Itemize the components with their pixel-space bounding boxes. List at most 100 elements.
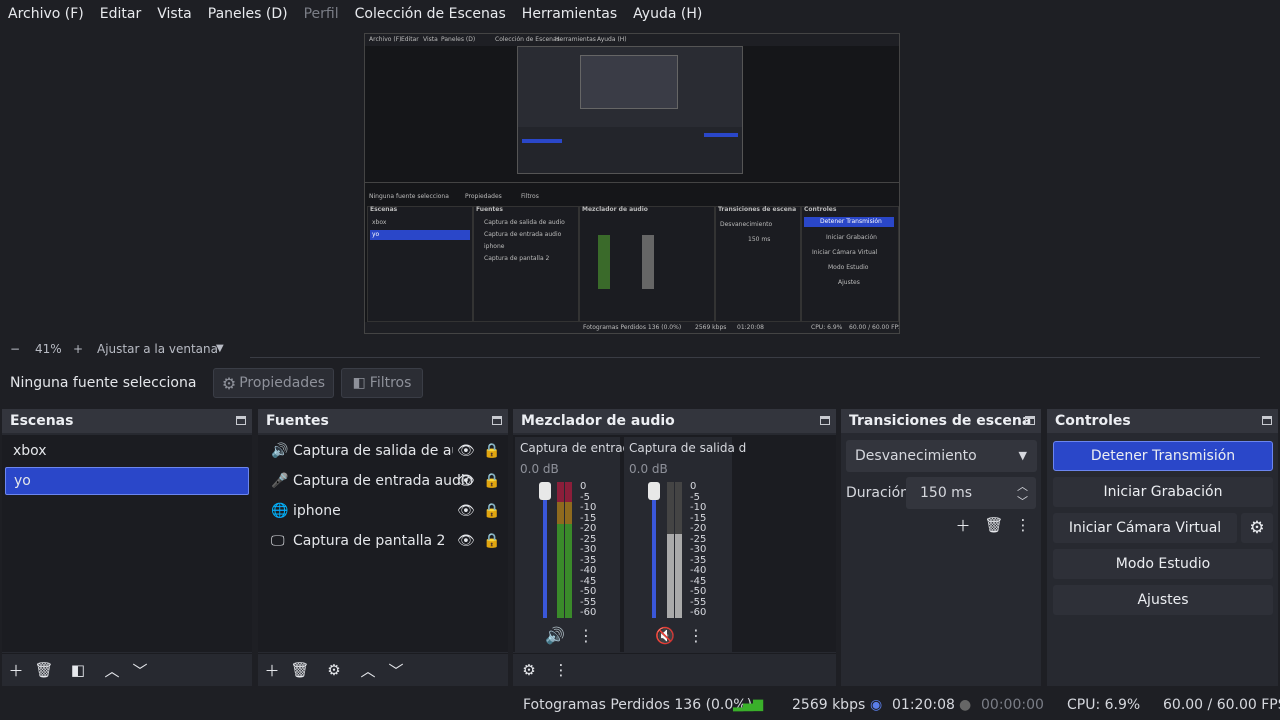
db-tick: -30 (690, 544, 707, 555)
eye-icon[interactable]: 👁 (457, 533, 475, 549)
more-icon[interactable]: ⋮ (688, 626, 704, 645)
source-item[interactable]: 🔊 Captura de salida de audio 👁 🔒 (261, 437, 505, 465)
filter-icon[interactable]: ◧ (68, 660, 88, 680)
more-icon[interactable]: ⋮ (578, 626, 594, 645)
fps-readout: 60.00 / 60.00 FPS (1163, 697, 1280, 713)
settings-button[interactable]: Ajustes (1053, 585, 1273, 615)
transitions-title-text: Transiciones de escena (849, 413, 1032, 429)
microphone-icon: 🎤 (271, 473, 289, 489)
source-status-label: Ninguna fuente selecciona (10, 375, 197, 391)
lock-icon[interactable]: 🔒 (483, 473, 500, 489)
chevron-up-icon[interactable]: ︿ (358, 660, 378, 680)
speaker-icon[interactable]: 🔊 (545, 626, 565, 645)
undock-icon[interactable] (1262, 416, 1272, 425)
menu-scene-collection[interactable]: Colección de Escenas (355, 6, 506, 22)
transition-value: Desvanecimiento (855, 448, 977, 464)
zoom-out-button[interactable]: − (10, 342, 20, 356)
add-icon[interactable]: ＋ (6, 660, 26, 680)
menu-tools[interactable]: Herramientas (522, 6, 617, 22)
properties-button[interactable]: ⚙ Propiedades (213, 368, 334, 398)
studio-mode-button[interactable]: Modo Estudio (1053, 549, 1273, 579)
start-recording-button[interactable]: Iniciar Grabación (1053, 477, 1273, 507)
preview-duration-value: 150 ms (748, 236, 771, 243)
gear-icon[interactable]: ⚙ (1241, 513, 1273, 543)
add-icon[interactable]: ＋ (262, 660, 282, 680)
undock-icon[interactable] (1025, 416, 1035, 425)
dropped-frames: Fotogramas Perdidos 136 (0.0%) (523, 697, 753, 713)
source-label: iphone (293, 503, 341, 519)
menu-file[interactable]: Archivo (F) (8, 6, 84, 22)
transition-select[interactable]: Desvanecimiento ▼ (846, 440, 1037, 472)
chevron-up-icon[interactable]: ︿ (1017, 478, 1028, 494)
volume-slider[interactable] (539, 482, 551, 618)
add-icon[interactable]: ＋ (953, 515, 973, 535)
monitor-icon: 🖵 (271, 533, 285, 549)
chevron-down-icon[interactable]: ▼ (216, 343, 224, 354)
scene-list: xbox yo (2, 435, 252, 652)
menu-profile[interactable]: Perfil (304, 6, 339, 22)
trash-icon[interactable]: 🗑 (984, 515, 1004, 535)
start-virtual-camera-button[interactable]: Iniciar Cámara Virtual (1053, 513, 1237, 543)
preview-menu-text: Editar (401, 36, 419, 43)
menu-docks[interactable]: Paneles (D) (208, 6, 288, 22)
volume-slider[interactable] (648, 482, 660, 618)
lock-icon[interactable]: 🔒 (483, 533, 500, 549)
lock-icon[interactable]: 🔒 (483, 503, 500, 519)
preview-scenes-title: Escenas (370, 206, 398, 213)
preview-inner-capture (517, 46, 743, 174)
preview-source-item: iphone (484, 243, 505, 250)
zoom-in-button[interactable]: + (73, 342, 83, 356)
chevron-down-icon: ▼ (1018, 449, 1027, 462)
more-icon[interactable]: ⋮ (1013, 515, 1033, 535)
controls-title-text: Controles (1055, 413, 1131, 429)
db-tick: -40 (580, 565, 597, 576)
source-item[interactable]: 🌐 iphone 👁 🔒 (261, 497, 505, 525)
chevron-down-icon[interactable]: ﹀ (1017, 493, 1028, 509)
gear-icon[interactable]: ⚙ (324, 660, 344, 680)
stop-streaming-button[interactable]: Detener Transmisión (1053, 441, 1273, 471)
eye-icon[interactable]: 👁 (457, 473, 475, 489)
trash-icon[interactable]: 🗑 (290, 660, 310, 680)
undock-icon[interactable] (236, 416, 246, 425)
undock-icon[interactable] (492, 416, 502, 425)
scene-item-yo[interactable]: yo (5, 467, 249, 495)
preview-settings: Ajustes (838, 279, 860, 286)
preview-virtual-cam: Iniciar Cámara Virtual (812, 249, 878, 256)
db-scale: 0 -5 -10 -15 -20 -25 -30 -35 -40 -45 -50… (690, 481, 707, 619)
menu-help[interactable]: Ayuda (H) (633, 6, 702, 22)
lock-icon[interactable]: 🔒 (483, 443, 500, 459)
chevron-down-icon[interactable]: ﹀ (130, 660, 150, 680)
mute-icon[interactable]: 🔇 (655, 626, 675, 645)
undock-icon[interactable] (820, 416, 830, 425)
db-tick: -20 (690, 523, 707, 534)
more-icon[interactable]: ⋮ (551, 660, 571, 680)
preview-menu-text: Ayuda (H) (597, 36, 627, 43)
trash-icon[interactable]: 🗑 (34, 660, 54, 680)
filters-button[interactable]: ◧ Filtros (341, 368, 423, 398)
bitrate: 2569 kbps (792, 697, 866, 713)
zoom-scrollbar[interactable] (250, 357, 1260, 358)
preview-properties: Propiedades (465, 193, 502, 200)
mixer-title-text: Mezclador de audio (521, 413, 675, 429)
source-item[interactable]: 🖵 Captura de pantalla 2 👁 🔒 (261, 527, 505, 555)
scene-item-xbox[interactable]: xbox (5, 437, 249, 465)
controls-title: Controles (1047, 409, 1278, 433)
menu-view[interactable]: Vista (157, 6, 192, 22)
menu-edit[interactable]: Editar (100, 6, 141, 22)
chevron-up-icon[interactable]: ︿ (102, 660, 122, 680)
filter-icon: ◧ (352, 375, 366, 391)
preview-stop-stream: Detener Transmisión (820, 218, 882, 225)
chevron-down-icon[interactable]: ﹀ (386, 660, 406, 680)
eye-icon[interactable]: 👁 (457, 443, 475, 459)
zoom-fit-select[interactable]: Ajustar a la ventana (97, 342, 218, 356)
preview-area[interactable]: Archivo (F) Editar Vista Paneles (D) Col… (0, 27, 1280, 341)
gear-icon[interactable]: ⚙ (519, 660, 539, 680)
db-tick: -50 (580, 586, 597, 597)
source-item[interactable]: 🎤 Captura de entrada audio 👁 🔒 (261, 467, 505, 495)
eye-icon[interactable]: 👁 (457, 503, 475, 519)
duration-spinbox[interactable]: 150 ms ︿ ﹀ (906, 477, 1036, 509)
transitions-title: Transiciones de escena (841, 409, 1041, 433)
filters-label: Filtros (369, 375, 412, 391)
db-tick: -60 (690, 607, 707, 618)
channel-db: 0.0 dB (520, 462, 559, 476)
